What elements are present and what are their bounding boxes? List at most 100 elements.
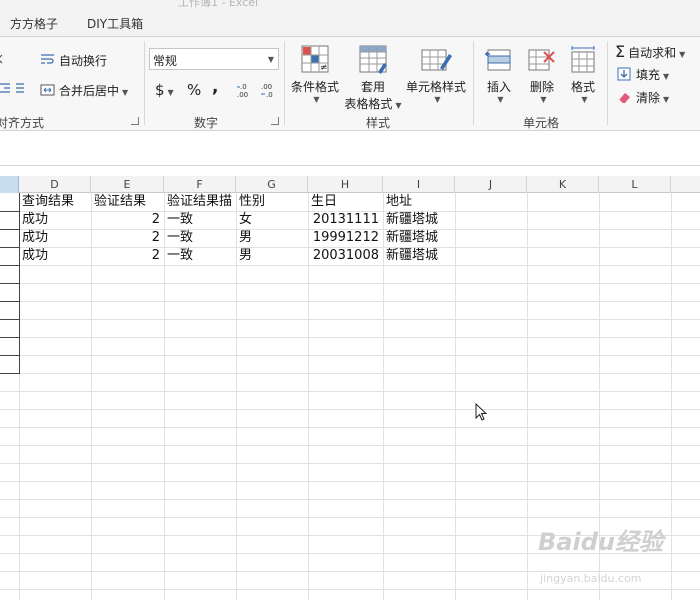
increase-decimal-button[interactable]: .0.00 xyxy=(236,82,254,101)
col-header-f[interactable]: F xyxy=(164,176,236,193)
col-header-j[interactable]: J xyxy=(455,176,527,193)
group-divider xyxy=(473,41,474,125)
align-dropdown-icon[interactable] xyxy=(0,52,10,69)
cell-e-header[interactable]: 验证结果 xyxy=(94,193,164,211)
comma-style-button[interactable]: , xyxy=(212,77,218,97)
number-launcher-icon[interactable] xyxy=(271,117,279,125)
row-header-divider xyxy=(0,355,20,356)
wrap-text-button[interactable]: 自动换行 xyxy=(40,52,107,69)
delete-icon xyxy=(528,49,555,71)
cell-f-row3[interactable]: 一致 xyxy=(167,247,236,265)
merge-dropdown-icon[interactable]: ▼ xyxy=(122,88,128,97)
clear-dropdown-icon[interactable]: ▼ xyxy=(663,95,669,104)
row-header-divider xyxy=(0,301,20,302)
autosum-button[interactable]: Σ 自动求和 ▼ xyxy=(615,42,685,61)
fill-dropdown-icon[interactable]: ▼ xyxy=(663,72,669,81)
fill-button[interactable]: 填充 ▼ xyxy=(617,66,669,83)
col-header-k[interactable]: K xyxy=(527,176,599,193)
cell-h-header[interactable]: 生日 xyxy=(311,193,383,211)
cell-g-row2[interactable]: 男 xyxy=(239,229,308,247)
cell-g-header[interactable]: 性别 xyxy=(239,193,308,211)
conditional-format-label: 条件格式 xyxy=(290,80,339,94)
insert-dropdown-icon: ▼ xyxy=(497,95,504,104)
insert-label: 插入 xyxy=(486,80,511,94)
fill-down-icon xyxy=(617,67,631,81)
grid-row-line xyxy=(0,265,700,266)
cell-f-row2[interactable]: 一致 xyxy=(167,229,236,247)
cell-f-row1[interactable]: 一致 xyxy=(167,211,236,229)
delete-dropdown-icon: ▼ xyxy=(540,95,547,104)
row-header-divider xyxy=(0,373,20,374)
clear-button[interactable]: 清除 ▼ xyxy=(617,89,669,106)
alignment-launcher-icon[interactable] xyxy=(131,117,139,125)
cell-g-row3[interactable]: 男 xyxy=(239,247,308,265)
row-header-divider xyxy=(0,265,20,266)
alignment-group-label: 对齐方式 xyxy=(0,116,45,130)
decrease-decimal-button[interactable]: .00.0 xyxy=(260,82,278,101)
merge-center-label: 合并后居中 xyxy=(59,84,120,98)
percent-button[interactable]: % xyxy=(187,81,201,99)
formula-bar[interactable] xyxy=(0,132,700,166)
format-as-table-label-2: 表格格式 xyxy=(344,97,393,111)
row-header-divider xyxy=(0,283,20,284)
cell-h-row2[interactable]: 19991212 xyxy=(308,229,383,247)
format-as-table-dropdown-icon: ▼ xyxy=(395,101,402,110)
col-header-g[interactable]: G xyxy=(236,176,308,193)
row-header-divider xyxy=(0,319,20,320)
grid-column-line xyxy=(455,193,456,600)
cell-h-row1[interactable]: 20131111 xyxy=(308,211,383,229)
merge-center-button[interactable]: 合并后居中 ▼ xyxy=(40,82,128,99)
row-header-divider xyxy=(0,247,20,248)
col-header-e[interactable]: E xyxy=(91,176,164,193)
cell-i-row2[interactable]: 新疆塔城 xyxy=(386,229,455,247)
svg-text:≠: ≠ xyxy=(320,63,328,73)
cell-d-header[interactable]: 查询结果 xyxy=(22,193,91,211)
grid-column-line xyxy=(527,193,528,600)
number-format-select[interactable]: 常规 ▼ xyxy=(149,48,279,70)
insert-icon xyxy=(485,49,511,71)
grid-row-line xyxy=(0,337,700,338)
grid-row-line xyxy=(0,589,700,590)
indent-icon[interactable] xyxy=(0,81,24,98)
row-header-divider xyxy=(0,211,20,212)
cell-d-row1[interactable]: 成功 xyxy=(22,211,91,229)
autosum-dropdown-icon[interactable]: ▼ xyxy=(679,50,685,59)
format-dropdown-icon: ▼ xyxy=(581,95,588,104)
col-header-d[interactable]: D xyxy=(19,176,91,193)
tab-fangfanggezi[interactable]: 方方格子 xyxy=(10,15,58,32)
col-header-l[interactable]: L xyxy=(599,176,671,193)
grid-row-line xyxy=(0,301,700,302)
cell-d-row2[interactable]: 成功 xyxy=(22,229,91,247)
format-cells-icon xyxy=(571,46,595,73)
wrap-text-label: 自动换行 xyxy=(59,54,108,68)
cell-i-header[interactable]: 地址 xyxy=(386,193,455,211)
insert-button[interactable]: 插入 ▼ xyxy=(481,44,517,104)
currency-dropdown-icon[interactable]: ▼ xyxy=(168,88,174,97)
cell-g-row1[interactable]: 女 xyxy=(239,211,308,229)
cell-styles-button[interactable]: 单元格样式 ▼ xyxy=(404,44,468,104)
cell-d-row3[interactable]: 成功 xyxy=(22,247,91,265)
grid-column-line xyxy=(383,193,384,600)
conditional-format-button[interactable]: ≠ 条件格式 ▼ xyxy=(288,44,342,104)
cell-e-row2[interactable]: 2 xyxy=(91,229,164,247)
cell-i-row1[interactable]: 新疆塔城 xyxy=(386,211,455,229)
cell-h-row3[interactable]: 20031008 xyxy=(308,247,383,265)
col-header-i[interactable]: I xyxy=(383,176,455,193)
row-header-divider xyxy=(0,229,20,230)
format-as-table-button[interactable]: 套用 表格格式 ▼ xyxy=(344,44,402,112)
row-header-selected[interactable] xyxy=(0,176,19,193)
cell-e-row3[interactable]: 2 xyxy=(91,247,164,265)
cell-f-header[interactable]: 验证结果描 xyxy=(167,193,236,211)
baidu-watermark-logo: Baidu经验 xyxy=(538,522,663,557)
cell-e-row1[interactable]: 2 xyxy=(91,211,164,229)
col-header-h[interactable]: H xyxy=(308,176,383,193)
cell-i-row3[interactable]: 新疆塔城 xyxy=(386,247,455,265)
tab-diy-toolbox[interactable]: DIY工具箱 xyxy=(87,15,143,32)
delete-button[interactable]: 删除 ▼ xyxy=(523,44,561,104)
format-button[interactable]: 格式 ▼ xyxy=(566,44,600,104)
grid-row-line xyxy=(0,283,700,284)
grid-row-line xyxy=(0,391,700,392)
currency-button[interactable]: $ ▼ xyxy=(155,81,174,99)
currency-symbol: $ xyxy=(155,81,165,99)
ribbon-tabs: 方方格子 DIY工具箱 xyxy=(0,10,700,37)
